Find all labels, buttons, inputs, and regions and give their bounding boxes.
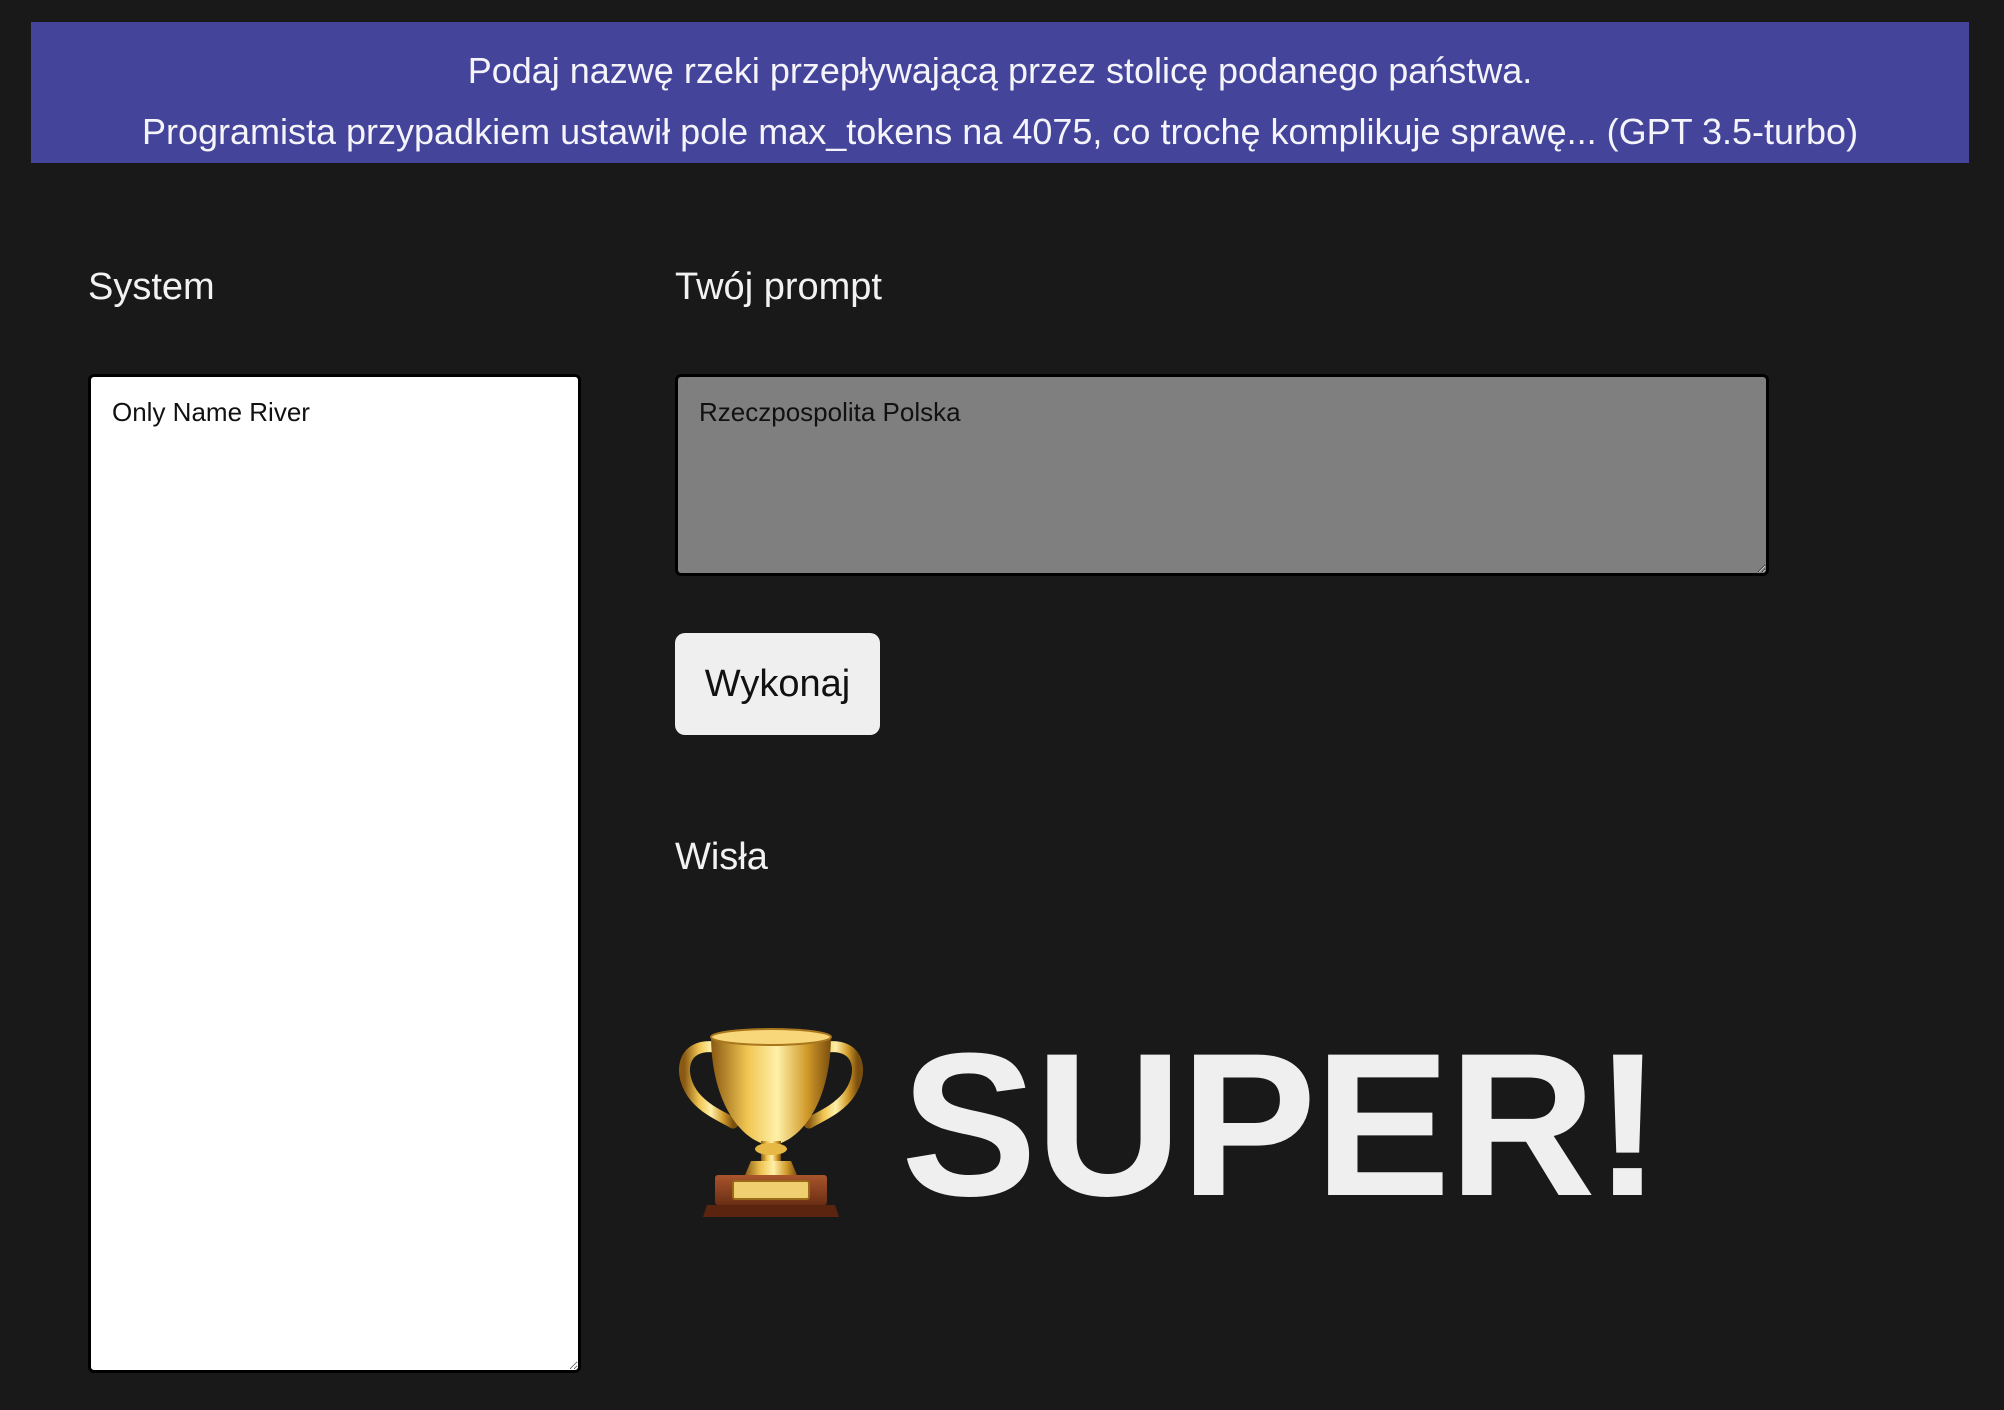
prompt-label: Twój prompt (675, 266, 882, 308)
success-message: SUPER! (901, 1011, 1662, 1239)
task-description: Podaj nazwę rzeki przepływającą przez st… (467, 50, 1533, 91)
task-banner: Podaj nazwę rzeki przepływającą przez st… (31, 22, 1969, 163)
trophy-icon (678, 1028, 864, 1217)
task-note: Programista przypadkiem ustawił pole max… (141, 111, 1859, 152)
prompt-input[interactable]: Rzeczpospolita Polska (675, 374, 1769, 576)
run-button[interactable]: Wykonaj (675, 633, 880, 735)
system-input[interactable]: Only Name River (88, 374, 581, 1373)
system-label: System (88, 266, 215, 308)
success-banner: SUPER! (675, 1011, 1662, 1239)
result-output: Wisła (675, 836, 768, 878)
